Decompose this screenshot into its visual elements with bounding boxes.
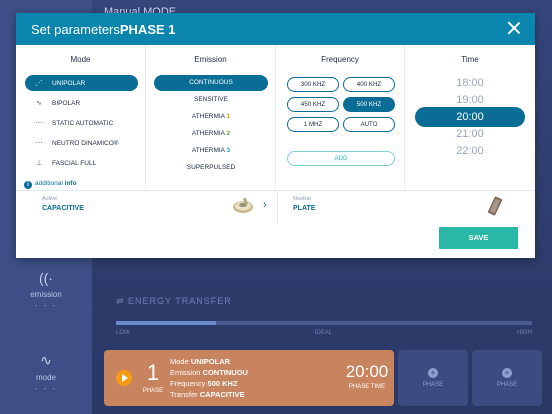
phase-label: PHASE [142,388,164,394]
frequency-option-1mhz[interactable]: 1 MHZ [287,117,339,132]
frequency-option-500khz[interactable]: 500 KHZ [343,97,395,112]
play-icon[interactable] [116,370,132,386]
frequency-option-300khz[interactable]: 300 KHZ [287,77,339,92]
sidebar-item-label: emission [30,290,62,299]
frequency-option-450khz[interactable]: 450 KHZ [287,97,339,112]
unipolar-icon: ⋰ [35,80,43,87]
sidebar-item-mode[interactable]: ∿ mode - - - [0,352,92,393]
sidebar-item-value: - - - [34,301,58,310]
plate-electrode-icon [487,196,503,216]
emission-column: Emission CONTINUOUS SENSITIVE ATHERMIA 1… [146,45,276,191]
energy-transfer: ⇌ ENERGY TRANSFER LOW IDEAL HIGH [116,296,532,336]
mode-wave-icon: ∿ [40,352,52,368]
energy-scale-high: HIGH [516,330,532,336]
column-header-frequency: Frequency [321,55,359,64]
energy-bar [116,321,532,325]
energy-scale-low: LOW [116,330,130,336]
energy-scale-ideal: IDEAL [314,330,332,336]
sidebar-item-emission[interactable]: ((· emission - - - [0,270,92,310]
add-phase-slot[interactable]: + PHASE [398,350,468,406]
capacitive-electrode-icon [233,197,253,213]
column-header-time: Time [461,55,479,64]
chevron-right-icon[interactable]: › [263,199,267,211]
sidebar-item-value: - - - [34,384,58,393]
frequency-column: Frequency 300 KHZ 400 KHZ 450 KHZ 500 KH… [276,45,405,191]
bipolar-icon: ∿ [36,100,42,107]
active-electrode-label: Active: [42,196,59,202]
add-phase-slot[interactable]: + PHASE [472,350,542,406]
mode-option-fascial-full[interactable]: ⊥ FASCIAL FULL [25,155,138,171]
emission-option-continuous[interactable]: CONTINUOUS [154,75,268,91]
mode-column: Mode ⋰ UNIPOLAR ∿ BIPOLAR ⋯ STATIC AUTOM… [16,45,146,191]
phase-card[interactable]: 1 PHASE Mode UNIPOLAR Emission CONTINUOU… [104,350,394,406]
fascial-full-icon: ⊥ [35,160,43,167]
column-header-emission: Emission [194,55,227,64]
energy-scale: LOW IDEAL HIGH [116,330,532,336]
plus-icon: + [502,368,512,378]
emission-option-athermia-1[interactable]: ATHERMIA 1 [154,109,268,125]
emission-option-athermia-2[interactable]: ATHERMIA 2 [154,126,268,142]
add-frequency-button[interactable]: ADD [287,151,395,166]
info-icon: i [24,181,32,189]
close-icon[interactable] [505,20,523,38]
neutral-electrode-label: Neutral [293,196,311,202]
set-parameters-dialog: Set parametersPHASE 1 Mode ⋰ UNIPOLAR ∿ … [16,13,535,258]
mode-option-unipolar[interactable]: ⋰ UNIPOLAR [25,75,138,91]
emission-option-sensitive[interactable]: SENSITIVE [154,92,268,108]
time-column: Time 18:00 19:00 20:00 21:00 22:00 [405,45,535,191]
sidebar-item-label: mode [35,373,56,382]
energy-title: ⇌ ENERGY TRANSFER [116,296,232,306]
plus-icon: + [428,368,438,378]
save-button[interactable]: SAVE [439,227,518,249]
phase-info: Mode UNIPOLAR Emission CONTINUOU Frequen… [170,357,248,399]
static-automatic-icon: ⋯ [35,120,43,127]
emission-option-athermia-3[interactable]: ATHERMIA 3 [154,143,268,159]
emission-option-superpulsed[interactable]: SUPERPULSED [154,160,268,176]
frequency-option-auto[interactable]: AUTO [343,117,395,132]
additional-info-link[interactable]: i additional info [24,180,77,189]
dialog-title: Set parametersPHASE 1 [31,22,176,37]
column-header-mode: Mode [70,55,91,64]
neutral-electrode-value: PLATE [293,205,316,212]
parameter-columns: Mode ⋰ UNIPOLAR ∿ BIPOLAR ⋯ STATIC AUTOM… [16,45,535,191]
mode-option-neutro-dinamico[interactable]: ⋯ NEUTRO DINAMICO® [25,135,138,151]
frequency-option-400khz[interactable]: 400 KHZ [343,77,395,92]
neutral-electrode[interactable]: Neutral PLATE [279,192,535,224]
dialog-header: Set parametersPHASE 1 [16,13,535,45]
active-electrode[interactable]: Active: CAPACITIVE › [16,192,278,224]
time-option[interactable]: 22:00 [415,141,525,161]
phase-number: 1 [146,360,160,385]
active-electrode-value: CAPACITIVE [42,205,84,212]
phase-time: 20:00 [345,362,389,381]
emission-waves-icon: ((· [39,270,53,286]
neutro-dinamico-icon: ⋯ [35,140,43,147]
mode-option-bipolar[interactable]: ∿ BIPOLAR [25,95,138,111]
energy-fill [116,321,216,325]
mode-option-static-automatic[interactable]: ⋯ STATIC AUTOMATIC [25,115,138,131]
phase-time-label: PHASE TIME [348,384,386,390]
